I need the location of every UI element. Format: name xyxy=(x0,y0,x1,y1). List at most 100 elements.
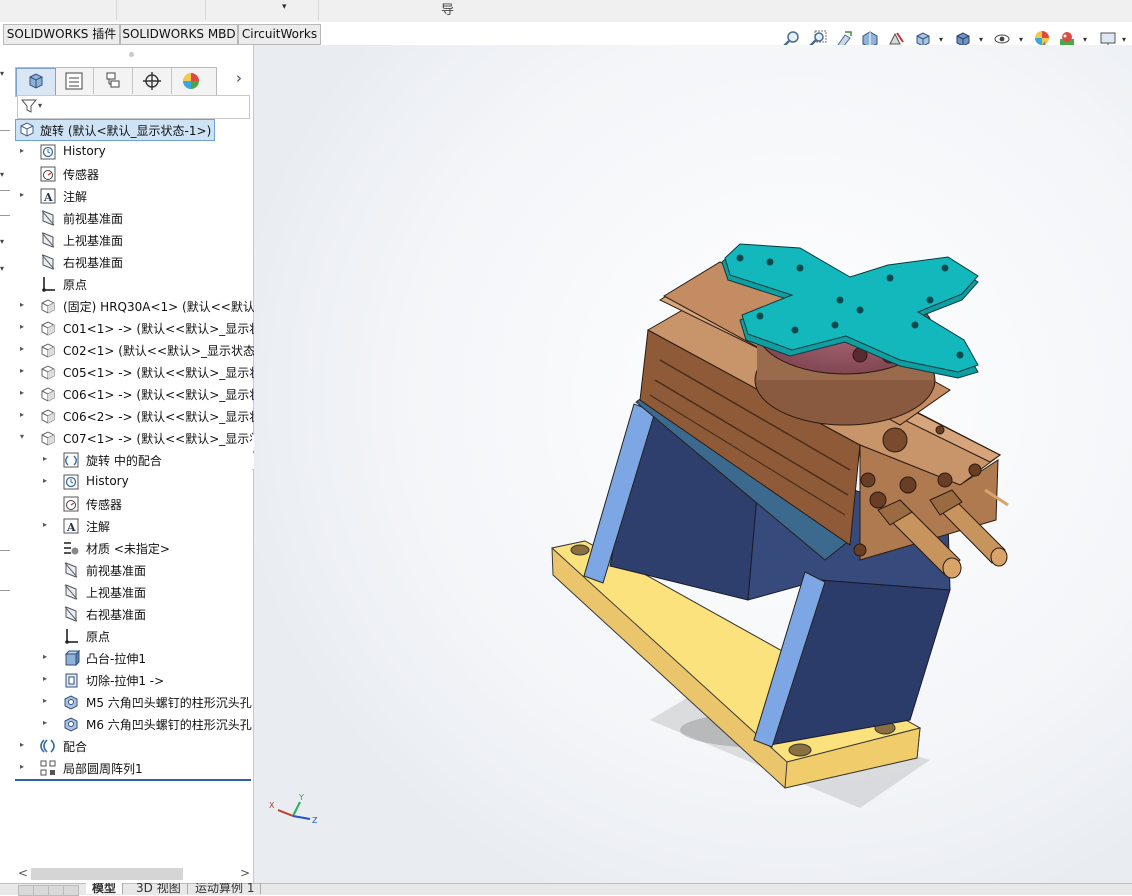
expand-arrow-icon[interactable]: ▸ xyxy=(43,476,53,485)
displaymanager-icon[interactable] xyxy=(172,68,210,94)
tree-item[interactable]: 前视基准面 xyxy=(43,559,250,581)
part-icon xyxy=(41,431,55,446)
tree-item[interactable]: ▸ C01<1> -> (默认<<默认>_显示状 xyxy=(20,317,261,339)
tree-item-label: 右视基准面 xyxy=(63,256,124,270)
tree-filter-field[interactable]: ▾ xyxy=(17,95,250,119)
dropdown-arrow-icon[interactable]: ▾ xyxy=(979,35,983,44)
tree-item[interactable]: ▸ A 注解 xyxy=(43,515,250,537)
tree-item-label: 切除-拉伸1 -> xyxy=(86,674,165,688)
tab-solidworks-addins[interactable]: SOLIDWORKS 插件 xyxy=(3,24,120,45)
dropdown-arrow-icon[interactable]: ▾ xyxy=(1019,35,1023,44)
tree-item-label: 注解 xyxy=(86,520,111,534)
expand-arrow-icon[interactable]: ▸ xyxy=(20,300,30,309)
scroll-right-arrow-icon[interactable]: > xyxy=(240,866,250,880)
expand-arrow-icon[interactable]: ▸ xyxy=(43,718,53,727)
tree-item[interactable]: ▸ History xyxy=(43,471,250,493)
last-tab-button[interactable] xyxy=(63,885,79,896)
edge-marker: ▾ xyxy=(0,69,5,78)
dropdown-arrow-icon[interactable]: ▾ xyxy=(282,2,287,12)
rollback-bar[interactable] xyxy=(15,779,251,781)
navigator-label: 导 xyxy=(441,3,455,18)
tree-item[interactable]: 前视基准面 xyxy=(20,207,250,229)
tree-item[interactable]: 材质 <未指定> xyxy=(43,537,250,559)
collapse-arrow-icon[interactable]: ▾ xyxy=(20,432,30,441)
tree-item[interactable]: ▾ C07<1> -> (默认<<默认>_显示状 xyxy=(20,427,261,449)
expand-arrow-icon[interactable]: ▸ xyxy=(20,740,30,749)
part-icon xyxy=(41,321,55,336)
tree-item[interactable]: ▸ C05<1> -> (默认<<默认>_显示状 xyxy=(20,361,261,383)
edge-line xyxy=(0,215,10,216)
tree-item[interactable]: ▸ 配合 xyxy=(20,735,250,757)
tree-item[interactable]: ▸ 切除-拉伸1 -> xyxy=(43,669,250,691)
tree-item[interactable]: 原点 xyxy=(20,273,250,295)
tree-item[interactable]: ▸ 旋转 中的配合 xyxy=(43,449,250,471)
annotation-icon: A xyxy=(40,188,56,204)
tree-item[interactable]: 右视基准面 xyxy=(43,603,250,625)
tree-item[interactable]: ▸ 凸台-拉伸1 xyxy=(43,647,250,669)
propertymanager-icon[interactable] xyxy=(55,68,94,94)
mates-icon xyxy=(40,739,55,753)
tree-item[interactable]: 上视基准面 xyxy=(20,229,250,251)
expand-arrow-icon[interactable]: ▸ xyxy=(20,190,30,199)
dropdown-arrow-icon[interactable]: ▾ xyxy=(1122,35,1126,44)
dropdown-arrow-icon[interactable]: ▾ xyxy=(939,35,943,44)
scrollbar-thumb[interactable] xyxy=(31,868,183,880)
expand-arrow-icon[interactable]: ▸ xyxy=(20,410,30,419)
tree-item[interactable]: 传感器 xyxy=(20,163,250,185)
tab-motion-study-1[interactable]: 运动算例 1 xyxy=(189,883,262,894)
expand-arrow-icon[interactable]: ▸ xyxy=(20,344,30,353)
tree-item[interactable]: ▸ C06<2> -> (默认<<默认>_显示状 xyxy=(20,405,261,427)
expand-arrow-icon[interactable]: ▸ xyxy=(20,366,30,375)
tree-item[interactable]: ▸ History xyxy=(20,141,250,163)
filter-dropdown-arrow-icon[interactable]: ▾ xyxy=(38,101,42,110)
edge-line xyxy=(0,130,10,131)
tab-solidworks-mbd[interactable]: SOLIDWORKS MBD xyxy=(120,24,238,45)
expand-arrow-icon[interactable]: ▸ xyxy=(20,322,30,331)
tab-model[interactable]: 模型 xyxy=(86,883,124,894)
first-tab-button[interactable] xyxy=(18,885,34,896)
dropdown-arrow-icon[interactable]: ▾ xyxy=(1083,35,1087,44)
annotation-icon: A xyxy=(63,518,79,534)
triad-y-label: Y xyxy=(298,793,304,802)
dimxpertmanager-icon[interactable] xyxy=(133,68,172,94)
tab-3d-views[interactable]: 3D 视图 xyxy=(130,883,188,894)
panel-grip[interactable] xyxy=(129,52,134,57)
model-viewport-svg[interactable] xyxy=(254,45,1132,883)
tree-item[interactable]: ▸ (固定) HRQ30A<1> (默认<<默认> xyxy=(20,295,265,317)
graphics-area[interactable] xyxy=(254,45,1132,883)
tree-item[interactable]: 传感器 xyxy=(43,493,250,515)
coordinate-triad: X Y Z xyxy=(269,793,318,825)
expand-arrow-icon[interactable]: ▸ xyxy=(43,454,53,463)
prev-tab-button[interactable] xyxy=(33,885,49,896)
tree-item[interactable]: 右视基准面 xyxy=(20,251,250,273)
tree-item[interactable]: ▸ M5 六角凹头螺钉的柱形沉头孔 xyxy=(43,691,252,713)
tree-item-label: M6 六角凹头螺钉的柱形沉头孔 xyxy=(86,718,252,732)
expand-arrow-icon[interactable]: ▸ xyxy=(43,674,53,683)
tab-circuitworks[interactable]: CircuitWorks xyxy=(238,24,321,45)
tree-item-label: C02<1> (默认<<默认>_显示状态 xyxy=(63,344,256,358)
assembly-icon xyxy=(20,122,34,137)
more-tabs-arrow-icon[interactable]: › xyxy=(236,69,242,87)
expand-arrow-icon[interactable]: ▸ xyxy=(43,652,53,661)
tree-item[interactable]: ▸ M6 六角凹头螺钉的柱形沉头孔 xyxy=(43,713,252,735)
next-tab-button[interactable] xyxy=(48,885,64,896)
featuremanager-tree-icon[interactable] xyxy=(16,68,56,96)
expand-arrow-icon[interactable]: ▸ xyxy=(20,146,30,155)
expand-arrow-icon[interactable]: ▸ xyxy=(43,696,53,705)
tree-item[interactable]: ▸ 局部圆周阵列1 xyxy=(20,757,250,779)
expand-arrow-icon[interactable]: ▸ xyxy=(20,762,30,771)
filter-icon[interactable] xyxy=(21,98,37,114)
tree-item[interactable]: 原点 xyxy=(43,625,250,647)
tree-item[interactable]: 上视基准面 xyxy=(43,581,250,603)
tree-item[interactable]: ▸ C06<1> -> (默认<<默认>_显示状 xyxy=(20,383,261,405)
tree-item[interactable]: ▸ C02<1> (默认<<默认>_显示状态 xyxy=(20,339,255,361)
tree-item-label: C05<1> -> (默认<<默认>_显示状 xyxy=(63,366,262,380)
configurationmanager-icon[interactable] xyxy=(94,68,133,94)
scroll-left-arrow-icon[interactable]: < xyxy=(18,866,28,880)
edge-marker: ▾ xyxy=(0,170,5,179)
expand-arrow-icon[interactable]: ▸ xyxy=(43,520,53,529)
tree-item-label: 材质 <未指定> xyxy=(86,542,170,556)
tree-item[interactable]: ▸ A 注解 xyxy=(20,185,250,207)
expand-arrow-icon[interactable]: ▸ xyxy=(20,388,30,397)
history-icon xyxy=(63,474,79,490)
